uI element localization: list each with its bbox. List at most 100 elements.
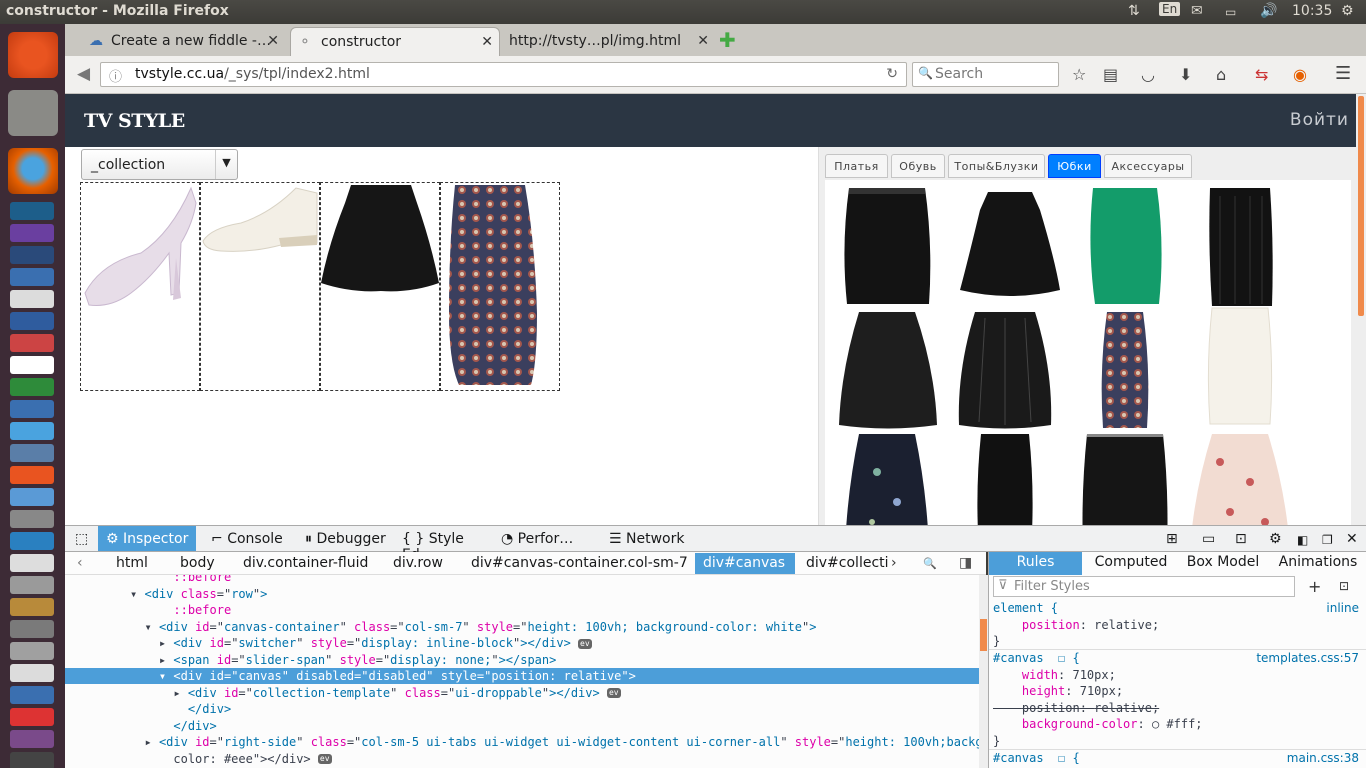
page-scrollbar-thumb[interactable] <box>1358 96 1364 316</box>
skirt-thumb-3[interactable] <box>1075 186 1175 306</box>
rule-selector[interactable]: #canvas ☐ {main.css:38 <box>993 750 1359 766</box>
tab-debugger[interactable]: ⏸ Debugger <box>305 526 395 551</box>
toggle-sidebar-icon[interactable]: ◨ <box>959 553 972 574</box>
markup-node[interactable]: </div> <box>65 718 979 734</box>
keyboard-layout-indicator[interactable]: En <box>1159 2 1181 16</box>
crumb-canvas-container[interactable]: div#canvas-container.col-sm-7 <box>471 553 688 574</box>
browser-tab-img[interactable]: http://tvsty…pl/img.html ✕ <box>505 27 715 56</box>
rule-selector[interactable]: element {inline <box>993 600 1359 616</box>
app-icon-18[interactable] <box>10 576 54 594</box>
login-link[interactable]: Войти <box>1290 110 1349 130</box>
markup-view[interactable]: ::before ▾ <div class="row"> ::before ▾ … <box>65 575 979 768</box>
back-icon[interactable]: ◀ <box>77 64 90 84</box>
rule-declaration[interactable]: width: 710px; <box>993 667 1359 683</box>
browser-tab-fiddle[interactable]: ☁ Create a new fiddle -… ✕ <box>85 27 285 56</box>
impress-icon[interactable] <box>10 334 54 352</box>
app-icon-10[interactable] <box>10 400 54 418</box>
app-icon-23[interactable] <box>10 686 54 704</box>
markup-node[interactable]: ▾ <div class="row"> <box>65 586 979 602</box>
tab-accessories[interactable]: Аксессуары <box>1104 154 1192 178</box>
browser-tab-constructor[interactable]: ⚬ constructor ✕ <box>290 27 500 56</box>
rule-declaration[interactable]: position: relative; <box>993 617 1359 633</box>
mail-icon[interactable]: ✉ <box>1191 3 1203 19</box>
crumb-canvas[interactable]: div#canvas <box>695 553 795 574</box>
reload-icon[interactable]: ↻ <box>886 66 898 82</box>
skirt-thumb-6[interactable] <box>955 310 1055 430</box>
website-copier-icon[interactable] <box>10 752 54 768</box>
rule-source-link[interactable]: main.css:38 <box>1287 750 1359 766</box>
filter-styles-input[interactable]: ⊽ Filter Styles <box>993 576 1295 597</box>
app-icon-8[interactable] <box>10 356 54 374</box>
tab-skirts[interactable]: Юбки <box>1048 154 1101 178</box>
markup-node[interactable]: ::before <box>65 575 979 585</box>
url-bar[interactable]: ⓘ tvstyle.cc.ua/_sys/tpl/index2.html ↻ <box>100 62 907 87</box>
close-devtools-icon[interactable]: ✕ <box>1346 526 1358 551</box>
rule-declaration[interactable]: background-color: ○ #fff; <box>993 716 1359 732</box>
volume-icon[interactable]: 🔊 <box>1260 3 1277 19</box>
page-scrollbar[interactable] <box>1356 94 1366 525</box>
files-icon[interactable] <box>8 90 58 136</box>
close-tab-icon[interactable]: ✕ <box>697 33 709 49</box>
gear-icon[interactable]: ⚙ <box>1341 3 1354 19</box>
tab-network[interactable]: ☰ Network <box>609 526 699 551</box>
tab-dresses[interactable]: Платья <box>825 154 888 178</box>
canvas-slot-skirt-paisley[interactable] <box>440 182 560 391</box>
split-console-icon[interactable]: ▭ <box>1202 526 1215 551</box>
crumb-container-fluid[interactable]: div.container-fluid <box>243 553 368 574</box>
tab-box-model[interactable]: Box Model <box>1179 552 1267 575</box>
markup-node[interactable]: ▾ <div id="canvas-container" class="col-… <box>65 619 979 635</box>
network-icon[interactable]: ⇅ <box>1128 3 1140 19</box>
undock-icon[interactable]: ❐ <box>1322 528 1333 553</box>
new-tab-icon[interactable]: ✚ <box>719 28 736 52</box>
tab-performance[interactable]: ◔ Perfor… <box>501 526 599 551</box>
skirt-thumb-11[interactable] <box>1075 432 1175 525</box>
rule-declaration[interactable]: height: 710px; <box>993 683 1359 699</box>
pocket-icon[interactable]: ◡ <box>1141 65 1155 84</box>
site-logo[interactable]: TV STYLE <box>84 110 185 132</box>
ubuntu-dash-icon[interactable] <box>8 32 58 78</box>
crumb-html[interactable]: html <box>116 553 148 574</box>
extension-icon[interactable]: ◉ <box>1293 65 1307 84</box>
skirt-thumb-4[interactable] <box>1190 186 1290 306</box>
crumb-body[interactable]: body <box>180 553 215 574</box>
markup-node[interactable]: color: #eee"></div> ev <box>65 751 979 767</box>
search-icon[interactable]: 🔍 <box>923 555 937 576</box>
battery-icon[interactable]: ▭ <box>1225 5 1236 19</box>
crumb-scroll-right-icon[interactable]: › <box>891 553 897 574</box>
app-icon-2[interactable] <box>10 224 54 242</box>
search-input[interactable]: 🔍 Search <box>912 62 1059 87</box>
app-icon-4[interactable] <box>10 268 54 286</box>
skirt-thumb-5[interactable] <box>837 310 937 430</box>
app-icon-3[interactable] <box>10 246 54 264</box>
tab-console[interactable]: ⌐ Console <box>211 526 301 551</box>
app-icon-19[interactable] <box>10 598 54 616</box>
collection-select[interactable]: _collection ▼ <box>81 149 238 180</box>
canvas-slot-shoe-flats[interactable] <box>200 182 320 391</box>
app-icon-20[interactable] <box>10 620 54 638</box>
tab-animations[interactable]: Animations <box>1273 552 1363 575</box>
app-icon-16[interactable] <box>10 532 54 550</box>
responsive-mode-icon[interactable]: ⊞ <box>1166 526 1178 551</box>
skirt-thumb-12[interactable] <box>1190 432 1290 525</box>
add-rule-icon[interactable]: + <box>1308 577 1321 596</box>
tab-shoes[interactable]: Обувь <box>891 154 945 178</box>
app-icon-25[interactable] <box>10 730 54 748</box>
rule-source-link[interactable]: inline <box>1326 600 1359 616</box>
bookmark-star-icon[interactable]: ☆ <box>1072 65 1086 84</box>
screenshot-icon[interactable]: ⊡ <box>1235 526 1247 551</box>
skype-icon[interactable] <box>10 422 54 440</box>
settings-gear-icon[interactable]: ⚙ <box>1269 526 1282 551</box>
app-icon-12[interactable] <box>10 444 54 462</box>
app-icon-22[interactable] <box>10 664 54 682</box>
firefox-icon[interactable] <box>8 148 58 194</box>
markup-scrollbar[interactable] <box>979 575 988 768</box>
canvas-slot-skirt-black[interactable] <box>320 182 440 391</box>
info-icon[interactable]: ⓘ <box>109 66 122 85</box>
markup-scrollbar-thumb[interactable] <box>980 619 987 651</box>
menu-icon[interactable]: ☰ <box>1335 63 1351 84</box>
app-icon-14[interactable] <box>10 488 54 506</box>
markup-node[interactable]: ▸ <div id="switcher" style="display: inl… <box>65 635 979 651</box>
skirt-thumb-2[interactable] <box>960 190 1060 310</box>
skirt-thumb-9[interactable] <box>837 432 937 525</box>
close-tab-icon[interactable]: ✕ <box>267 33 279 49</box>
